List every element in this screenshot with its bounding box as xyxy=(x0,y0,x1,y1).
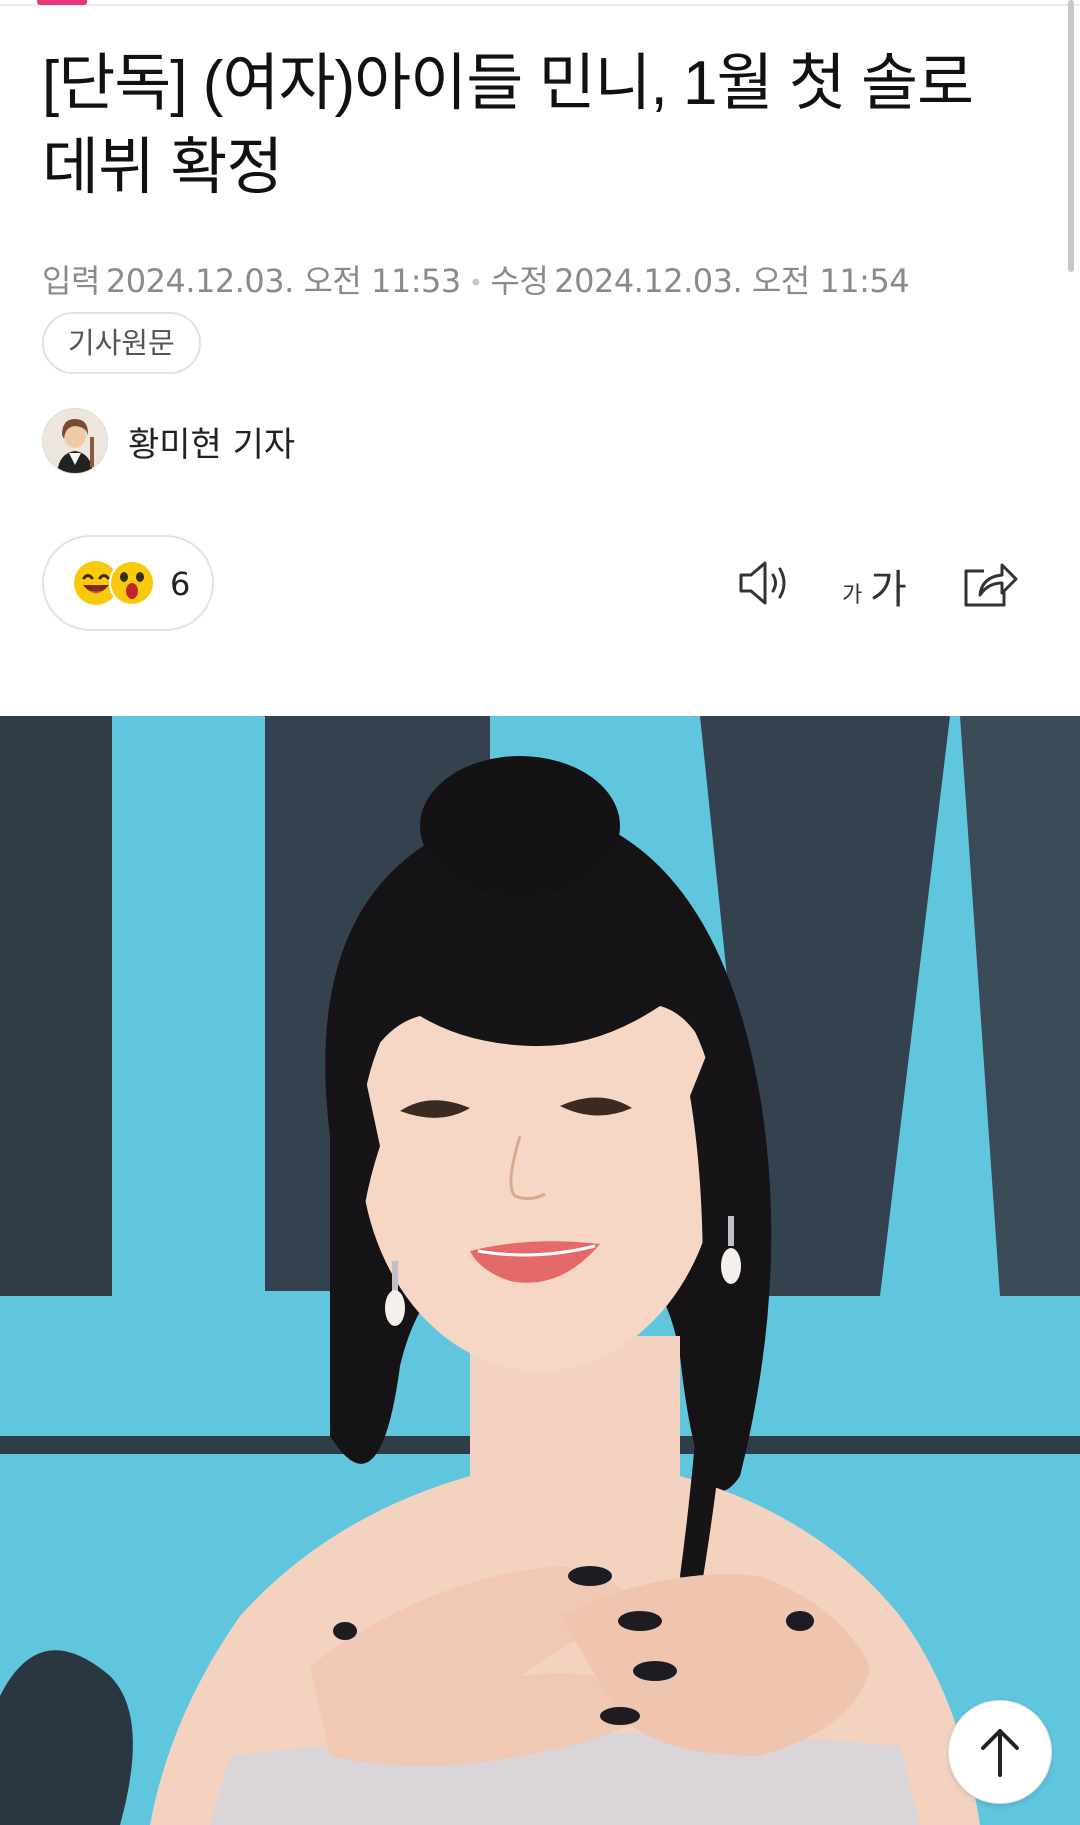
font-size-large-glyph: 가 xyxy=(870,567,907,613)
arrow-up-icon xyxy=(981,1729,1019,1777)
reaction-count: 6 xyxy=(170,565,191,603)
published-label: 입력 xyxy=(42,262,100,300)
font-size-button[interactable]: 가 가 xyxy=(840,555,920,613)
reporter-avatar xyxy=(42,408,108,474)
original-article-button[interactable]: 기사원문 xyxy=(42,312,201,374)
speaker-icon xyxy=(739,561,786,605)
reporter-byline[interactable]: 황미현 기자 xyxy=(42,408,295,474)
published-time: 2024.12.03. 오전 11:53 xyxy=(105,262,461,300)
share-icon xyxy=(964,563,1018,607)
top-accent-bar xyxy=(37,0,87,5)
font-size-small-glyph: 가 xyxy=(842,583,863,608)
meta-separator: • xyxy=(468,269,483,297)
scrollbar[interactable] xyxy=(1068,0,1074,272)
reaction-button[interactable]: 6 xyxy=(42,535,214,631)
modified-time: 2024.12.03. 오전 11:54 xyxy=(554,262,910,300)
article-photo xyxy=(0,716,1080,1825)
text-to-speech-button[interactable] xyxy=(735,555,795,611)
modified-label: 수정 xyxy=(490,262,549,300)
scroll-to-top-button[interactable] xyxy=(948,1700,1052,1804)
article-timestamps: 입력 2024.12.03. 오전 11:53 • 수정 2024.12.03. 오전 … xyxy=(42,256,910,302)
top-divider xyxy=(0,4,1080,6)
share-button[interactable] xyxy=(960,555,1020,611)
surprised-face-icon xyxy=(109,560,155,606)
article-title: [단독] (여자)아이들 민니, 1월 첫 솔로 데뷔 확정 xyxy=(42,49,974,202)
reporter-name: 황미현 기자 xyxy=(128,424,296,465)
